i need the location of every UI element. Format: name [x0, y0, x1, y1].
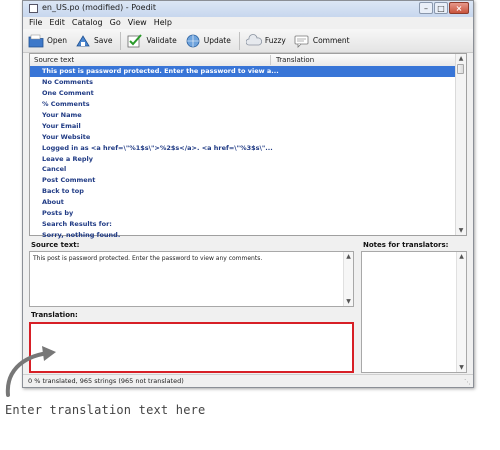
list-item[interactable]: Posts by	[30, 208, 456, 219]
comment-label: Comment	[312, 36, 350, 45]
update-button[interactable]: Update	[185, 31, 231, 51]
list-item[interactable]: One Comment	[30, 88, 456, 99]
list-item[interactable]: Your Email	[30, 121, 456, 132]
close-button[interactable]: ×	[449, 2, 469, 14]
column-header-source[interactable]: Source text	[34, 56, 74, 64]
column-divider[interactable]	[270, 55, 271, 65]
list-item[interactable]: Sorry, nothing found.	[30, 230, 456, 241]
source-text-box: This post is password protected. Enter t…	[29, 251, 354, 307]
notes-box[interactable]: ▲ ▼	[361, 251, 467, 373]
notes-scrollbar[interactable]: ▲ ▼	[456, 252, 466, 372]
open-button[interactable]: Open	[28, 31, 67, 51]
cloud-icon	[245, 33, 262, 49]
comment-button[interactable]: Comment	[294, 31, 350, 51]
menu-go[interactable]: Go	[110, 17, 121, 29]
source-text-value: This post is password protected. Enter t…	[33, 255, 263, 262]
scroll-thumb[interactable]	[457, 64, 464, 74]
source-text-label: Source text:	[31, 241, 80, 249]
fuzzy-label: Fuzzy	[264, 36, 286, 45]
list-item[interactable]: Cancel	[30, 164, 456, 175]
list-item[interactable]: Post Comment	[30, 175, 456, 186]
toolbar-separator	[120, 31, 122, 50]
source-scrollbar[interactable]: ▲ ▼	[343, 252, 353, 306]
translation-input[interactable]	[29, 322, 354, 373]
folder-icon	[28, 33, 44, 49]
status-bar: 0 % translated, 965 strings (965 not tra…	[23, 374, 473, 387]
checkmark-icon	[127, 33, 143, 49]
validate-button[interactable]: Validate	[127, 31, 177, 51]
list-item[interactable]: Your Website	[30, 132, 456, 143]
title-bar: en_US.po (modified) - Poedit – □ ×	[23, 1, 473, 18]
toolbar-separator	[238, 31, 240, 50]
list-item[interactable]: About	[30, 197, 456, 208]
menu-catalog[interactable]: Catalog	[72, 17, 103, 29]
list-item[interactable]: Your Name	[30, 110, 456, 121]
scroll-down-arrow-icon[interactable]: ▼	[344, 297, 353, 306]
scroll-down-arrow-icon[interactable]: ▼	[456, 226, 466, 235]
save-button[interactable]: Save	[75, 31, 112, 51]
validate-label: Validate	[146, 36, 177, 45]
list-item[interactable]: Leave a Reply	[30, 154, 456, 165]
list-rows: This post is password protected. Enter t…	[30, 66, 456, 241]
globe-refresh-icon	[185, 33, 201, 49]
scroll-up-arrow-icon[interactable]: ▲	[344, 252, 353, 261]
list-item[interactable]: Search Results for:	[30, 219, 456, 230]
menu-file[interactable]: File	[29, 17, 42, 29]
strings-list[interactable]: Source text Translation This post is pas…	[29, 53, 467, 239]
menu-view[interactable]: View	[128, 17, 147, 29]
scroll-down-arrow-icon[interactable]: ▼	[457, 363, 466, 372]
toolbar: Open Save Validate Update Fuzzy Comment	[23, 29, 473, 53]
list-item[interactable]: % Comments	[30, 99, 456, 110]
menu-bar: File Edit Catalog Go View Help	[23, 17, 473, 29]
app-icon	[29, 4, 38, 13]
column-header-translation[interactable]: Translation	[276, 56, 314, 64]
comment-icon	[294, 33, 310, 49]
menu-help[interactable]: Help	[154, 17, 172, 29]
list-item[interactable]: This post is password protected. Enter t…	[30, 66, 456, 77]
list-scrollbar[interactable]: ▲ ▼	[455, 54, 466, 235]
notes-label: Notes for translators:	[363, 241, 449, 249]
list-item[interactable]: Back to top	[30, 186, 456, 197]
window-controls: – □ ×	[419, 2, 469, 14]
save-label: Save	[94, 36, 113, 45]
update-label: Update	[203, 36, 231, 45]
maximize-button[interactable]: □	[434, 2, 448, 14]
scroll-up-arrow-icon[interactable]: ▲	[457, 252, 466, 261]
save-icon	[75, 33, 91, 49]
resize-grip-icon[interactable]: ⋱	[464, 378, 471, 386]
translation-label: Translation:	[31, 311, 78, 319]
annotation-caption: Enter translation text here	[5, 403, 206, 417]
menu-edit[interactable]: Edit	[49, 17, 65, 29]
list-item[interactable]: No Comments	[30, 77, 456, 88]
minimize-button[interactable]: –	[419, 2, 433, 14]
fuzzy-button[interactable]: Fuzzy	[245, 31, 286, 51]
window-title: en_US.po (modified) - Poedit	[42, 3, 157, 12]
list-item[interactable]: Logged in as <a href=\"%1$s\">%2$s</a>. …	[30, 143, 456, 154]
curved-arrow-icon	[5, 346, 56, 397]
scroll-up-arrow-icon[interactable]: ▲	[456, 54, 466, 63]
poedit-window: en_US.po (modified) - Poedit – □ × File …	[22, 0, 474, 388]
open-label: Open	[47, 36, 68, 45]
